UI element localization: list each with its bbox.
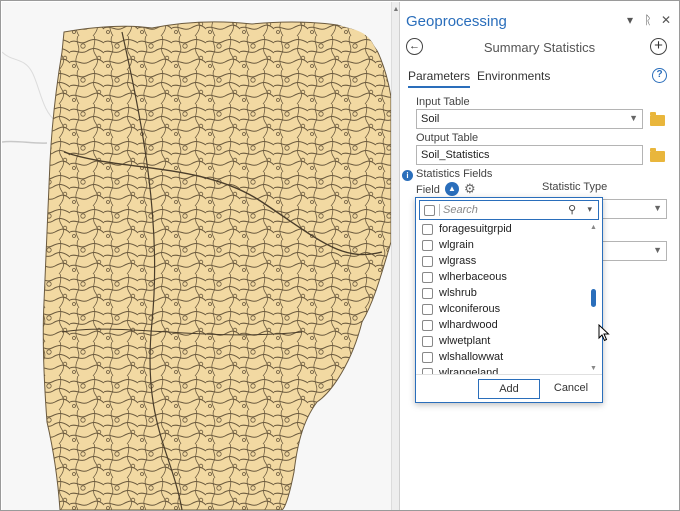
map-scrollbar[interactable]: ▲ (391, 2, 399, 510)
pane-title: Geoprocessing (406, 13, 507, 30)
add-button[interactable]: Add (478, 379, 540, 399)
field-list-item[interactable]: foragesuitgrpid (416, 222, 588, 238)
search-icon[interactable]: ⚲ (568, 203, 576, 216)
field-search-box[interactable]: Search ⚲ ▾ (419, 200, 599, 220)
output-table-label: Output Table (416, 132, 479, 144)
tool-name: Summary Statistics (483, 40, 596, 55)
chevron-down-icon[interactable]: ▾ (587, 204, 592, 215)
output-table-value: Soil_Statistics (421, 149, 490, 161)
field-list-item-label: wlwetplant (439, 335, 491, 347)
scroll-up-icon[interactable]: ▲ (590, 224, 597, 231)
folder-icon[interactable] (650, 112, 665, 126)
statistics-fields-label: Statistics Fields (416, 168, 493, 180)
chevron-down-icon[interactable]: ▾ (625, 14, 635, 26)
tab-environments[interactable]: Environments (477, 69, 550, 83)
field-checkbox[interactable] (422, 304, 433, 315)
field-list-item-label: wlshallowwat (439, 351, 504, 363)
scroll-thumb[interactable] (591, 289, 596, 307)
search-input[interactable]: Search (443, 204, 478, 216)
map-view[interactable] (2, 2, 391, 510)
pin-icon[interactable]: ᚱ (643, 14, 653, 26)
plus-circle-icon: + (654, 37, 663, 54)
field-list-item[interactable]: wlconiferous (416, 302, 588, 318)
field-list-item[interactable]: wlhardwood (416, 318, 588, 334)
field-list-item-label: wlshrub (439, 287, 477, 299)
tab-parameters[interactable]: Parameters (408, 69, 471, 88)
field-list-item-label: wlherbaceous (439, 271, 507, 283)
field-checkbox[interactable] (422, 272, 433, 283)
field-list-item-label: wlhardwood (439, 319, 498, 331)
field-list-item-label: wlgrass (439, 255, 477, 267)
field-list-item[interactable]: wlherbaceous (416, 270, 588, 286)
field-list-scrollbar[interactable]: ▲ ▼ (589, 224, 599, 372)
field-list-item-label: foragesuitgrpid (439, 223, 512, 235)
mouse-cursor-icon (598, 324, 610, 342)
chevron-down-icon[interactable]: ▼ (629, 113, 638, 123)
select-all-checkbox[interactable] (424, 205, 435, 216)
statistic-type-header: Statistic Type (542, 181, 608, 193)
info-icon: i (402, 170, 413, 181)
field-list-item-label: wlrangeland (439, 367, 499, 374)
close-icon[interactable]: ✕ (661, 14, 671, 26)
field-picker: Search ⚲ ▾ foragesuitgrpid wlgrain wlgrass… (415, 197, 603, 403)
cancel-button[interactable]: Cancel (548, 379, 594, 399)
field-checkbox[interactable] (422, 288, 433, 299)
field-list-item-label: wlconiferous (439, 303, 501, 315)
field-list-item[interactable]: wlshallowwat (416, 350, 588, 366)
output-table-field[interactable]: Soil_Statistics (416, 145, 643, 165)
chevron-down-icon[interactable]: ▼ (653, 203, 662, 213)
input-table-value: Soil (421, 113, 440, 125)
field-list[interactable]: foragesuitgrpid wlgrain wlgrass wlherbaceou… (416, 222, 588, 374)
help-icon[interactable]: ? (652, 68, 667, 83)
field-checkbox[interactable] (422, 320, 433, 331)
field-list-item[interactable]: wlrangeland (416, 366, 588, 374)
field-list-item[interactable]: wlwetplant (416, 334, 588, 350)
field-list-item-label: wlgrain (439, 239, 474, 251)
app-window: ▲ Geoprocessing ▾ ᚱ ✕ ← Summary Statisti… (0, 0, 680, 511)
field-checkbox[interactable] (422, 224, 433, 235)
input-table-field[interactable]: Soil ▼ (416, 109, 643, 129)
gear-icon[interactable]: ⚙ (464, 181, 476, 197)
field-checkbox[interactable] (422, 336, 433, 347)
input-table-label: Input Table (416, 96, 470, 108)
picker-footer: Add Cancel (416, 374, 602, 402)
divider (439, 204, 440, 216)
field-column-header: Field (416, 184, 440, 196)
scroll-down-icon[interactable]: ▼ (590, 365, 597, 372)
field-list-item[interactable]: wlgrain (416, 238, 588, 254)
soil-map (2, 2, 391, 510)
add-tool-button[interactable]: + (650, 38, 667, 55)
folder-icon[interactable] (650, 148, 665, 162)
field-checkbox[interactable] (422, 240, 433, 251)
field-checkbox[interactable] (422, 352, 433, 363)
field-list-item[interactable]: wlgrass (416, 254, 588, 270)
field-checkbox[interactable] (422, 256, 433, 267)
field-list-item[interactable]: wlshrub (416, 286, 588, 302)
chevron-up-icon[interactable]: ▲ (445, 182, 459, 196)
chevron-down-icon[interactable]: ▼ (653, 245, 662, 255)
